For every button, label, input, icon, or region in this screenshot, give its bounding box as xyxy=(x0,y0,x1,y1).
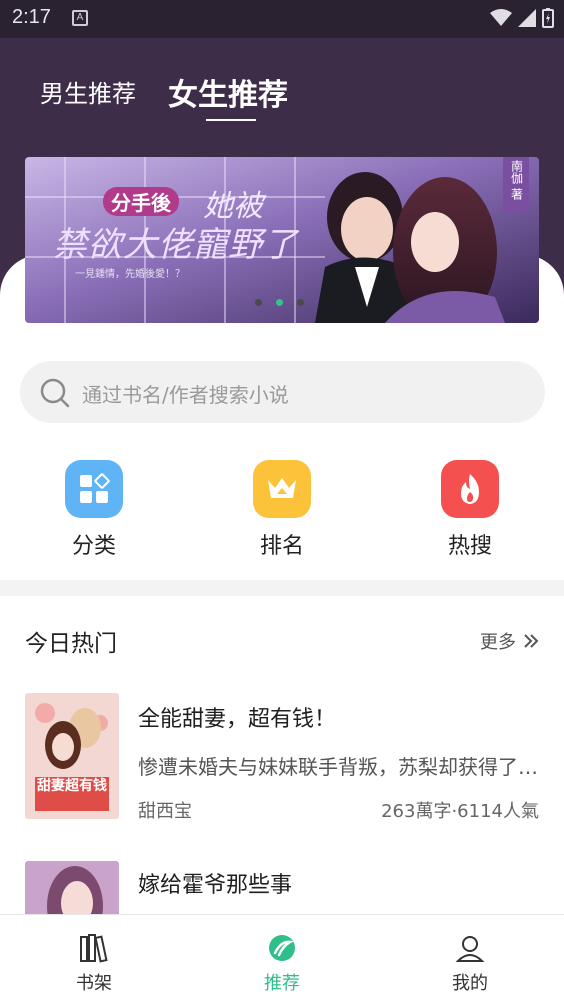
category-button-hot-search[interactable]: 热搜 xyxy=(420,460,520,560)
search-input[interactable]: 通过书名/作者搜索小说 xyxy=(82,379,289,408)
section-divider xyxy=(0,580,564,596)
profile-icon xyxy=(455,936,485,962)
book-description: 惨遭未婚夫与妹妹联手背叛，苏梨却获得了全能系统 xyxy=(138,755,548,779)
tab-indicator xyxy=(206,119,256,121)
category-label: 热搜 xyxy=(447,534,492,559)
status-bar: 2:17 A xyxy=(0,0,564,38)
signal-icon xyxy=(518,9,536,27)
recommend-icon xyxy=(269,935,295,961)
banner-carousel[interactable]: 分手後 她被 禁欲大佬寵野了 一見鍾情，先婚後愛！？ 南伽 著 xyxy=(25,157,539,323)
grid-icon xyxy=(65,460,123,518)
crown-icon xyxy=(253,460,311,518)
more-link[interactable]: 更多 xyxy=(480,628,540,654)
status-icons xyxy=(490,8,554,28)
carousel-dot[interactable] xyxy=(297,299,304,306)
wifi-icon xyxy=(490,9,512,26)
bookshelf-icon xyxy=(80,934,108,963)
banner-title-line2: 禁欲大佬寵野了 xyxy=(53,225,298,265)
nav-item-recommend[interactable]: 推荐 xyxy=(237,933,327,995)
cover-title: 甜妻超有钱 xyxy=(37,778,107,794)
book-item[interactable]: 甜妻超有钱 全能甜妻，超有钱！ 惨遭未婚夫与妹妹联手背叛，苏梨却获得了全能系统 … xyxy=(25,693,548,822)
carousel-dots xyxy=(255,299,304,306)
search-icon xyxy=(40,378,70,408)
nav-item-bookshelf[interactable]: 书架 xyxy=(49,933,139,995)
carousel-dot-active[interactable] xyxy=(276,299,283,306)
flame-icon xyxy=(441,460,499,518)
book-item[interactable]: 嫁给霍爷那些事 xyxy=(25,861,539,921)
more-label: 更多 xyxy=(480,632,516,653)
carousel-dot[interactable] xyxy=(255,299,262,306)
book-author: 甜西宝 xyxy=(138,801,192,822)
double-chevron-right-icon xyxy=(524,634,539,648)
banner-author-tag: 南伽 著 xyxy=(503,157,529,213)
book-title: 全能甜妻，超有钱！ xyxy=(138,707,337,732)
bottom-navigation: 书架 推荐 我的 xyxy=(0,914,564,1004)
tab-female-recommend[interactable]: 女生推荐 xyxy=(168,70,288,114)
search-bar[interactable]: 通过书名/作者搜索小说 xyxy=(20,361,545,423)
status-time: 2:17 xyxy=(12,6,51,28)
nav-label: 我的 xyxy=(452,973,488,994)
book-stats: 263萬字·6114人氣 xyxy=(381,801,539,822)
nav-label: 书架 xyxy=(76,973,112,994)
book-title: 嫁给霍爷那些事 xyxy=(138,873,293,898)
category-label: 排名 xyxy=(259,534,304,559)
notification-icon: A xyxy=(72,10,88,26)
book-cover: 甜妻超有钱 xyxy=(25,693,119,819)
category-button-classify[interactable]: 分类 xyxy=(44,460,144,560)
banner-badge: 分手後 xyxy=(103,187,179,216)
category-button-ranking[interactable]: 排名 xyxy=(232,460,332,560)
banner-tagline: 一見鍾情，先婚後愛！？ xyxy=(75,269,185,280)
battery-icon xyxy=(542,8,554,28)
book-cover xyxy=(25,861,119,921)
category-label: 分类 xyxy=(71,534,116,559)
nav-item-profile[interactable]: 我的 xyxy=(425,933,515,995)
section-title-hot: 今日热门 xyxy=(25,631,117,657)
nav-label: 推荐 xyxy=(264,973,300,994)
tab-male-recommend[interactable]: 男生推荐 xyxy=(40,74,136,109)
